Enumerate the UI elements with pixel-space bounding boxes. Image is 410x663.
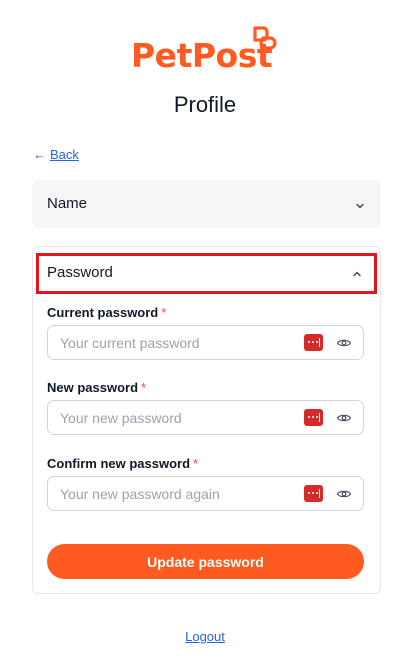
logout-container: Logout — [0, 629, 410, 644]
update-password-button[interactable]: Update password — [47, 544, 364, 579]
password-manager-icon[interactable] — [304, 409, 323, 426]
current-password-input[interactable] — [60, 333, 295, 353]
confirm-password-field — [47, 476, 364, 511]
required-marker: * — [141, 380, 147, 395]
current-password-label: Current password * — [47, 305, 166, 320]
chevron-down-icon — [356, 203, 364, 209]
eye-icon[interactable] — [336, 487, 352, 501]
name-section-header[interactable]: Name — [32, 180, 381, 228]
eye-icon[interactable] — [336, 411, 352, 425]
new-password-label-text: New password — [47, 380, 139, 395]
name-section-label: Name — [47, 195, 88, 212]
new-password-field — [47, 400, 364, 435]
logout-link[interactable]: Logout — [185, 629, 225, 644]
eye-icon[interactable] — [336, 336, 352, 350]
back-link-label: Back — [50, 147, 79, 162]
password-manager-icon[interactable] — [304, 334, 323, 351]
back-link[interactable]: ← Back — [33, 147, 79, 162]
new-password-label: New password * — [47, 380, 146, 395]
new-password-input[interactable] — [60, 408, 295, 428]
required-marker: * — [193, 456, 199, 471]
brand-logo: PetPost — [0, 14, 410, 75]
password-section-label: Password — [47, 264, 113, 281]
confirm-password-label-text: Confirm new password — [47, 456, 191, 471]
confirm-password-input[interactable] — [60, 484, 295, 504]
paw-bubble-icon — [253, 26, 277, 50]
chevron-up-icon — [353, 271, 361, 277]
confirm-password-label: Confirm new password * — [47, 456, 198, 471]
required-marker: * — [161, 305, 167, 320]
current-password-field — [47, 325, 364, 360]
page-title: Profile — [173, 92, 237, 117]
password-manager-icon[interactable] — [304, 485, 323, 502]
password-section-header[interactable]: Password — [36, 253, 377, 294]
arrow-left-icon: ← — [33, 147, 46, 162]
current-password-label-text: Current password — [47, 305, 159, 320]
